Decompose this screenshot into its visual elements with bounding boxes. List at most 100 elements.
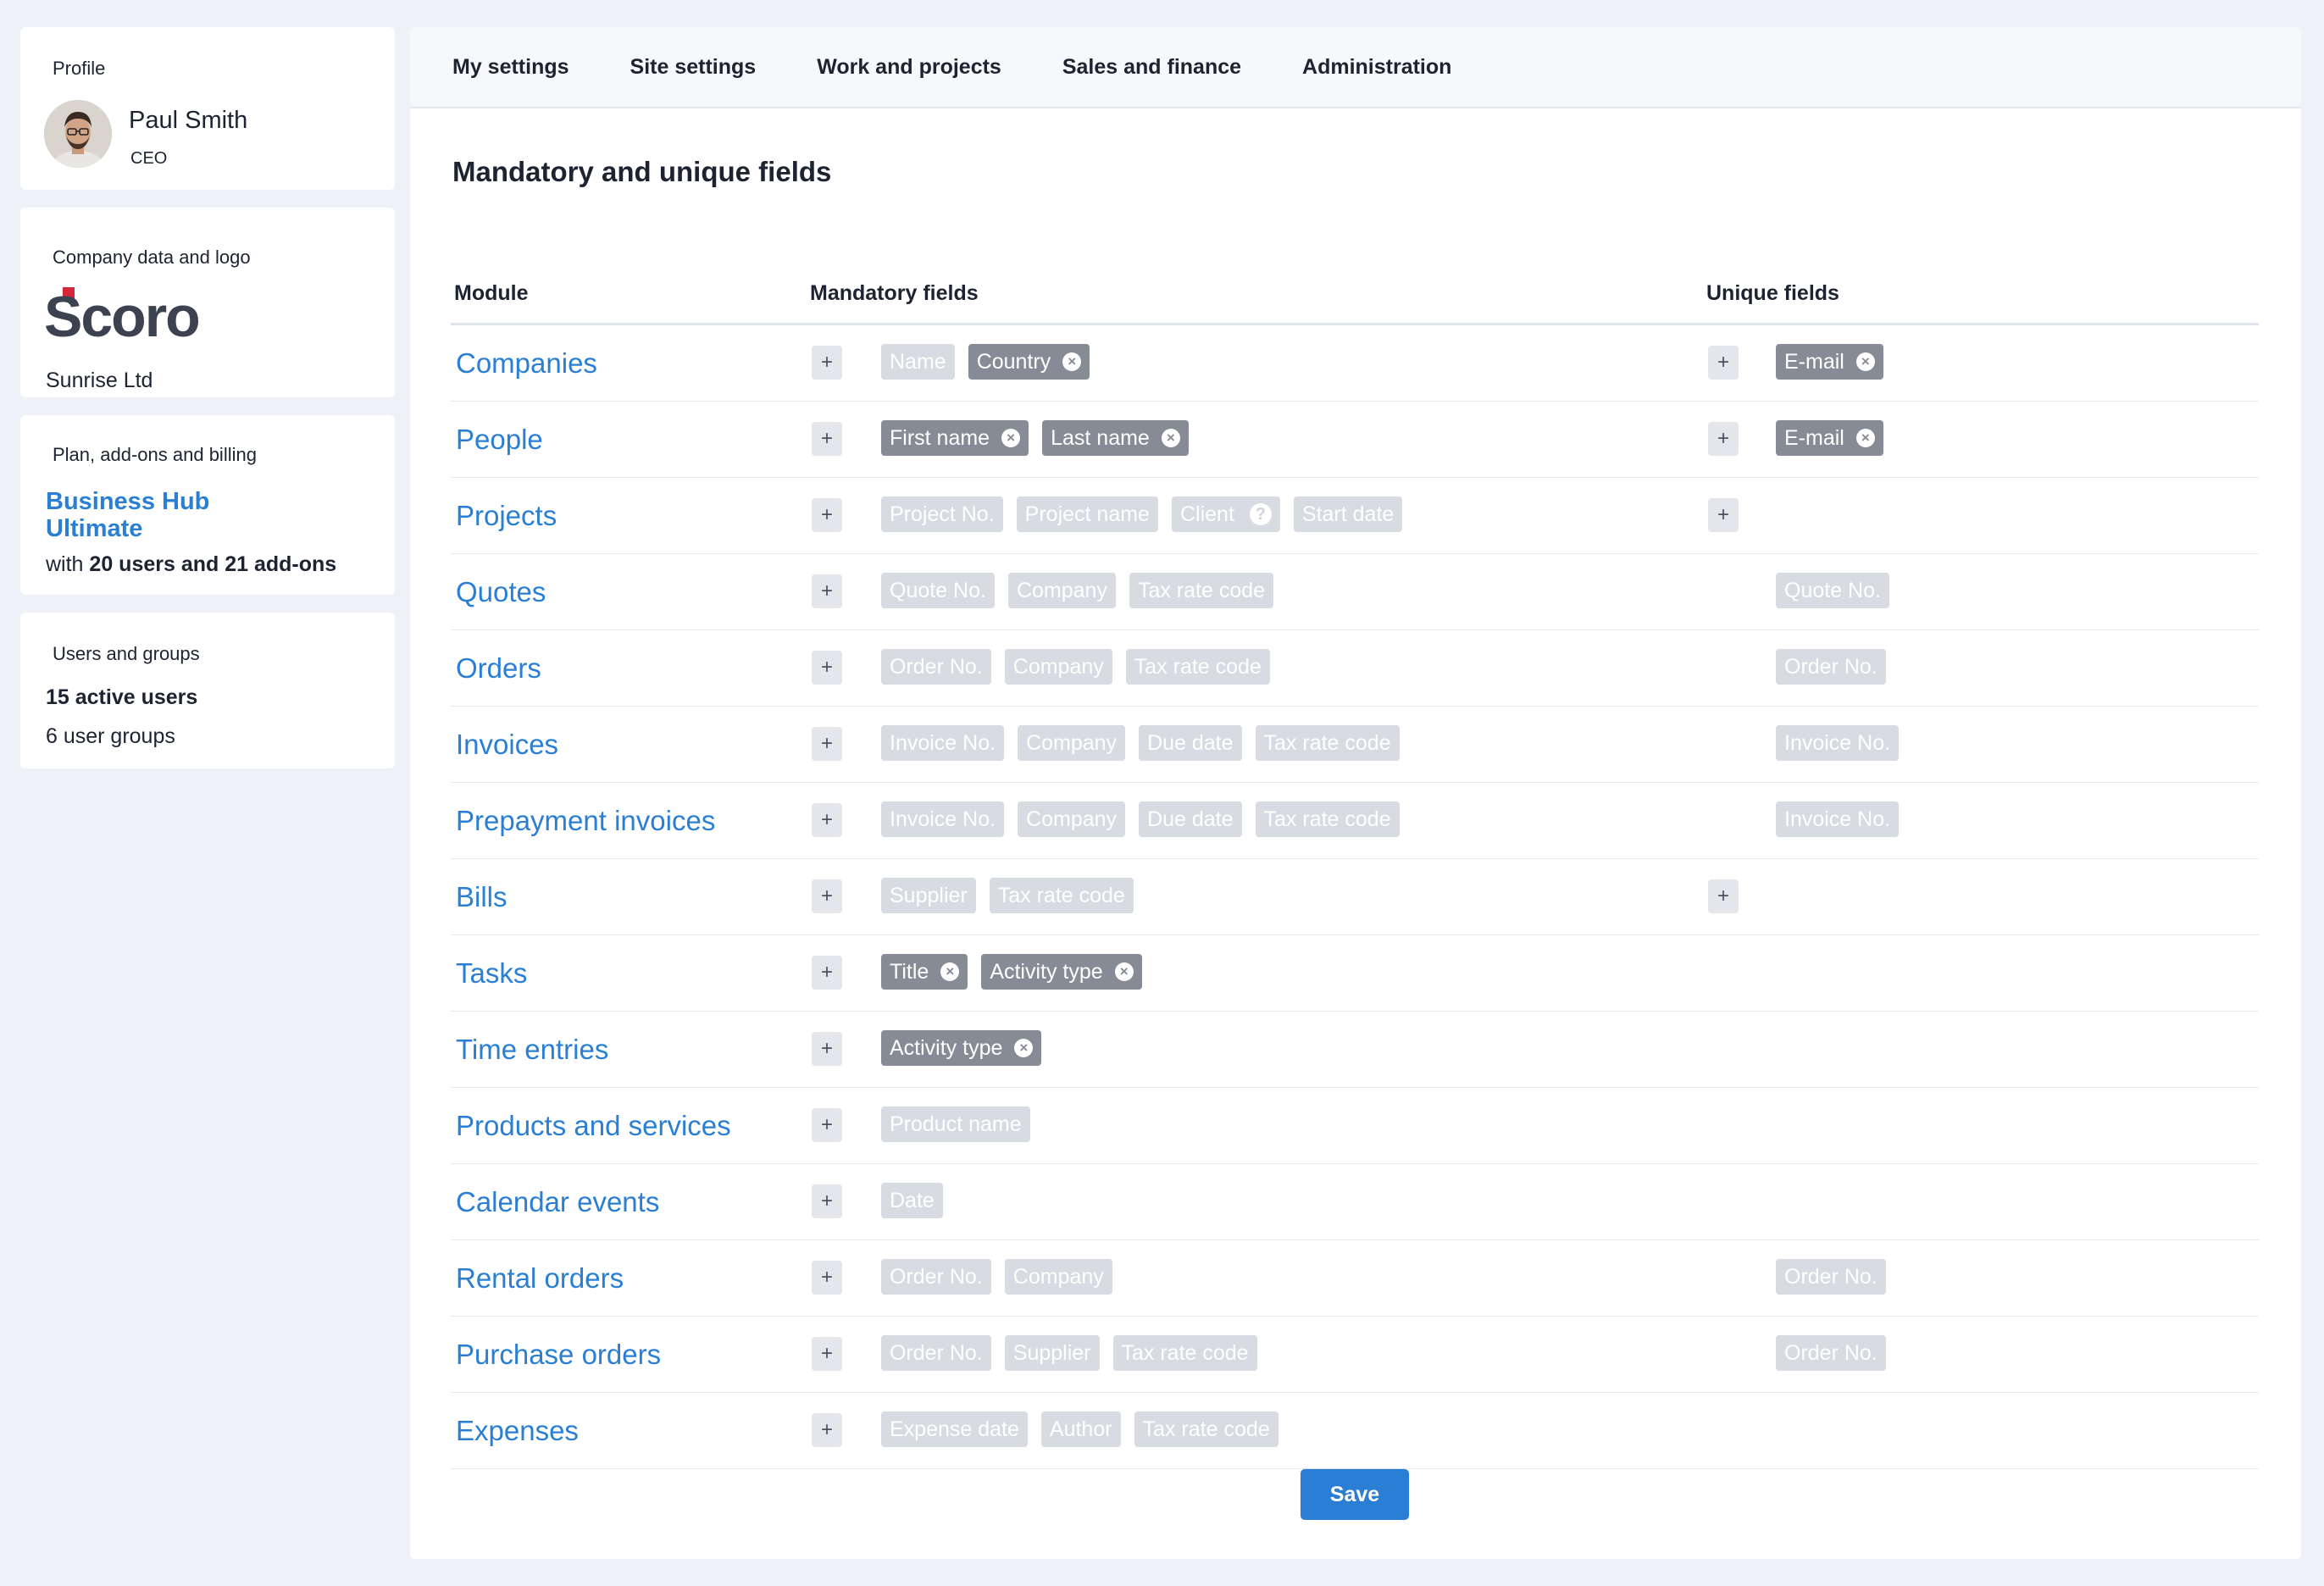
close-circle-icon[interactable]: × <box>1161 429 1180 447</box>
close-circle-icon[interactable]: × <box>940 962 960 981</box>
close-circle-icon[interactable]: × <box>1062 352 1082 371</box>
close-circle-icon[interactable]: × <box>1014 1039 1034 1057</box>
tab-administration[interactable]: Administration <box>1302 55 1451 80</box>
field-chip: Project name <box>1016 496 1158 532</box>
field-chip[interactable]: First name × <box>881 420 1029 456</box>
field-chip-label: Tax rate code <box>1121 1341 1249 1365</box>
mandatory-fields: Order No. Supplier Tax rate code <box>881 1335 1271 1371</box>
field-chip[interactable]: Title × <box>881 954 968 990</box>
module-link-projects[interactable]: Projects <box>456 500 557 532</box>
add-mandatory-field-button[interactable]: + <box>812 498 842 532</box>
field-chip[interactable]: Last name × <box>1042 420 1189 456</box>
add-unique-field-button[interactable]: + <box>1708 498 1739 532</box>
field-chip: Due date <box>1139 801 1242 837</box>
field-chip-label: Order No. <box>890 655 983 679</box>
tab-work-and-projects[interactable]: Work and projects <box>817 55 1001 80</box>
field-chip-label: Order No. <box>890 1341 983 1365</box>
close-circle-icon[interactable]: × <box>1114 962 1134 981</box>
module-link-tasks[interactable]: Tasks <box>456 957 527 990</box>
field-chip-label: Company <box>1016 579 1107 602</box>
field-chip-label: First name <box>890 426 990 450</box>
add-mandatory-field-button[interactable]: + <box>812 574 842 608</box>
field-chip[interactable]: Country × <box>968 344 1090 380</box>
table-row: Rental orders + Order No. Company Order No. <box>451 1240 2259 1317</box>
add-mandatory-field-button[interactable]: + <box>812 803 842 837</box>
field-chip: Quote No. <box>881 573 995 608</box>
add-unique-field-button[interactable]: + <box>1708 422 1739 456</box>
tab-site-settings[interactable]: Site settings <box>630 55 757 80</box>
field-chip: Tax rate code <box>989 878 1134 913</box>
add-mandatory-field-button[interactable]: + <box>812 1184 842 1218</box>
plus-icon: + <box>1717 503 1729 526</box>
profile-card[interactable]: Profile Paul Smith CEO <box>20 27 395 190</box>
tab-sales-and-finance[interactable]: Sales and finance <box>1062 55 1241 80</box>
module-link-prepayment-invoices[interactable]: Prepayment invoices <box>456 805 715 837</box>
field-chip-label: Due date <box>1147 807 1234 831</box>
users-card[interactable]: Users and groups 15 active users 6 user … <box>20 613 395 768</box>
module-link-companies[interactable]: Companies <box>456 347 597 380</box>
mandatory-fields: Supplier Tax rate code <box>881 878 1147 913</box>
add-unique-field-button[interactable]: + <box>1708 879 1739 913</box>
add-mandatory-field-button[interactable]: + <box>812 727 842 761</box>
add-mandatory-field-button[interactable]: + <box>812 1261 842 1295</box>
field-chip[interactable]: Activity type × <box>881 1030 1042 1066</box>
plan-card[interactable]: Plan, add-ons and billing Business Hub U… <box>20 415 395 595</box>
tab-my-settings[interactable]: My settings <box>452 55 569 80</box>
field-chip-label: Company <box>1012 1265 1104 1289</box>
module-link-time-entries[interactable]: Time entries <box>456 1034 608 1066</box>
field-chip-label: Tax rate code <box>1263 731 1391 755</box>
save-button[interactable]: Save <box>1301 1469 1409 1520</box>
plus-icon: + <box>820 351 833 374</box>
field-chip-label: Last name <box>1051 426 1150 450</box>
module-link-invoices[interactable]: Invoices <box>456 729 558 761</box>
field-chip[interactable]: E-mail × <box>1776 344 1883 380</box>
add-mandatory-field-button[interactable]: + <box>812 651 842 685</box>
module-link-rental-orders[interactable]: Rental orders <box>456 1262 624 1295</box>
module-link-calendar-events[interactable]: Calendar events <box>456 1186 659 1218</box>
unique-fields: Invoice No. <box>1776 801 1912 837</box>
field-chip: Start date <box>1293 496 1403 532</box>
field-chip-label: Order No. <box>890 1265 983 1289</box>
close-circle-icon[interactable]: × <box>1001 429 1021 447</box>
module-link-quotes[interactable]: Quotes <box>456 576 546 608</box>
add-mandatory-field-button[interactable]: + <box>812 1032 842 1066</box>
field-chip: Supplier <box>1004 1335 1100 1371</box>
header-mandatory: Mandatory fields <box>810 281 979 305</box>
field-chip-label: Supplier <box>1012 1341 1091 1365</box>
company-card[interactable]: Company data and logo Scoro Sunrise Ltd <box>20 208 395 397</box>
add-mandatory-field-button[interactable]: + <box>812 956 842 990</box>
add-mandatory-field-button[interactable]: + <box>812 346 842 380</box>
module-link-people[interactable]: People <box>456 424 543 456</box>
plus-icon: + <box>820 580 833 602</box>
plus-icon: + <box>820 503 833 526</box>
plan-name-link[interactable]: Business Hub Ultimate <box>46 488 249 542</box>
field-chip: Order No. <box>881 649 991 685</box>
add-mandatory-field-button[interactable]: + <box>812 1108 842 1142</box>
field-chip-label: Author <box>1049 1417 1112 1441</box>
module-link-bills[interactable]: Bills <box>456 881 508 913</box>
field-chip-label: Company <box>1026 731 1118 755</box>
mandatory-fields: Activity type × <box>881 1030 1055 1066</box>
question-circle-icon[interactable]: ? <box>1249 503 1272 525</box>
add-unique-field-button[interactable]: + <box>1708 346 1739 380</box>
add-mandatory-field-button[interactable]: + <box>812 1413 842 1447</box>
module-link-orders[interactable]: Orders <box>456 652 541 685</box>
field-chip-label: Invoice No. <box>890 807 996 831</box>
field-chip-label: Start date <box>1301 502 1395 526</box>
module-link-purchase-orders[interactable]: Purchase orders <box>456 1339 661 1371</box>
field-chip[interactable]: E-mail × <box>1776 420 1883 456</box>
close-circle-icon[interactable]: × <box>1855 429 1875 447</box>
module-link-products-and-services[interactable]: Products and services <box>456 1110 731 1142</box>
add-mandatory-field-button[interactable]: + <box>812 1337 842 1371</box>
mandatory-fields: Invoice No. Company Due date Tax rate code <box>881 725 1413 761</box>
module-link-expenses[interactable]: Expenses <box>456 1415 579 1447</box>
field-chip-label: E-mail <box>1784 350 1844 374</box>
field-chip[interactable]: Activity type × <box>981 954 1142 990</box>
add-mandatory-field-button[interactable]: + <box>812 422 842 456</box>
header-unique: Unique fields <box>1706 281 1839 305</box>
plus-icon: + <box>820 884 833 907</box>
close-circle-icon[interactable]: × <box>1855 352 1875 371</box>
field-chip: Company <box>1018 801 1126 837</box>
field-chip: Project No. <box>881 496 1003 532</box>
add-mandatory-field-button[interactable]: + <box>812 879 842 913</box>
